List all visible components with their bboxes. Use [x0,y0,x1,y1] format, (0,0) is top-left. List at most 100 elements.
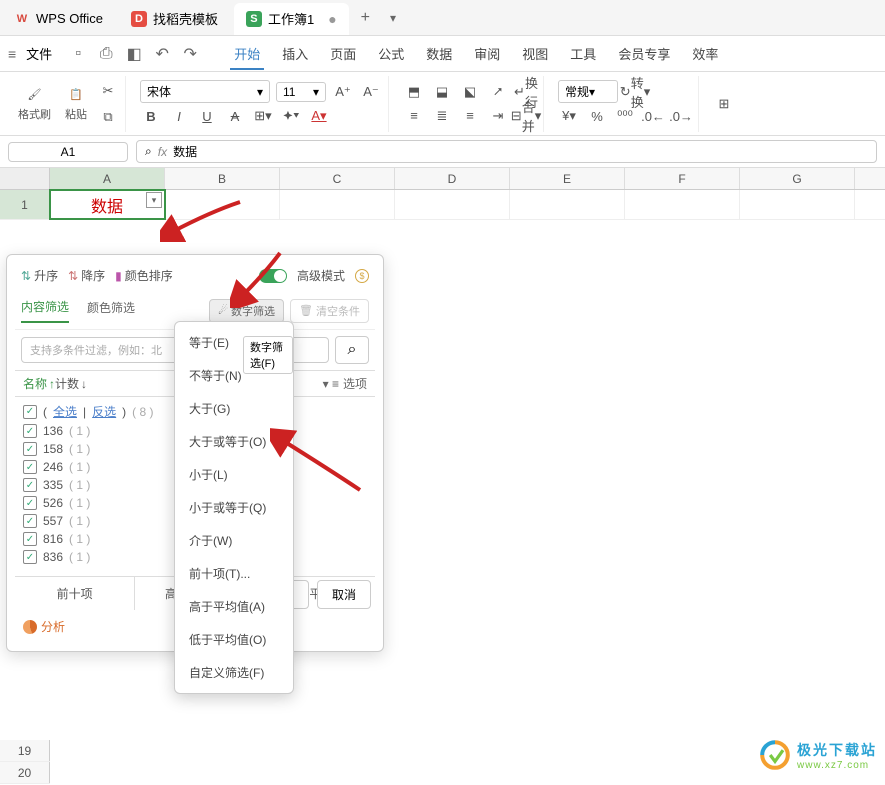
nf-between[interactable]: 介于(W) [175,524,293,557]
tab-template[interactable]: D 找稻壳模板 [119,3,230,35]
inc-decimal-icon[interactable]: .0← [642,105,664,127]
tab-view[interactable]: 视图 [518,38,552,69]
tab-data[interactable]: 数据 [422,38,456,69]
italic-icon[interactable]: I [168,105,190,127]
indent-icon[interactable]: ⇥ [487,105,509,127]
tab-color-filter[interactable]: 颜色筛选 [87,299,135,322]
header-count[interactable]: 计数 ↓ [55,375,87,392]
font-name-select[interactable]: 宋体▾ [140,80,270,103]
comma-icon[interactable]: ⁰⁰⁰ [614,105,636,127]
col-header-c[interactable]: C [280,168,395,189]
sort-desc-button[interactable]: ⇅降序 [68,267,105,284]
border-icon[interactable]: ⊞▾ [252,105,274,127]
underline-icon[interactable]: U [196,105,218,127]
nf-less[interactable]: 小于(L) [175,458,293,491]
nf-top10[interactable]: 前十项(T)... [175,557,293,590]
close-icon[interactable]: ● [328,11,336,27]
clear-button[interactable]: 🗑清空条件 [290,299,369,323]
search-button[interactable]: ⌕ [335,336,369,364]
col-header-b[interactable]: B [165,168,280,189]
cell-a1[interactable]: 数据 ▾ [50,190,165,219]
cell[interactable] [280,190,395,219]
col-header-e[interactable]: E [510,168,625,189]
align-left-icon[interactable]: ≡ [403,105,425,127]
align-center-icon[interactable]: ≣ [431,105,453,127]
new-tab-button[interactable]: + [351,9,380,27]
cell[interactable] [510,190,625,219]
tab-efficiency[interactable]: 效率 [688,38,722,69]
checkbox-icon[interactable]: ✓ [23,442,37,456]
merge-button[interactable]: ⊟合并▾ [515,105,537,127]
tab-tools[interactable]: 工具 [566,38,600,69]
more-icon[interactable]: ⊞ [713,93,735,115]
dec-decimal-icon[interactable]: .0→ [670,105,692,127]
formula-bar[interactable]: ⌕ fx 数据 [136,140,877,163]
tab-wps[interactable]: W WPS Office [2,3,115,35]
tab-menu-button[interactable]: ▾ [380,11,406,25]
tab-content-filter[interactable]: 内容筛选 [21,298,69,323]
align-right-icon[interactable]: ≡ [459,105,481,127]
nf-greater-equal[interactable]: 大于或等于(O) [175,425,293,458]
print-icon[interactable]: ⎙ [98,46,114,62]
tab-formula[interactable]: 公式 [374,38,408,69]
strike-icon[interactable]: A [224,105,246,127]
fill-icon[interactable]: 🟆▾ [280,105,302,127]
format-brush-button[interactable]: 🖌 格式刷 [14,84,55,124]
checkbox-icon[interactable]: ✓ [23,550,37,564]
align-top-icon[interactable]: ⬒ [403,81,425,103]
cut-icon[interactable]: ✂ [97,80,119,102]
paste-button[interactable]: 📋 粘贴 [61,84,91,124]
orientation-icon[interactable]: ⭧ [487,81,509,103]
col-header-g[interactable]: G [740,168,855,189]
col-header-a[interactable]: A [50,168,165,189]
save-icon[interactable]: ▫ [70,46,86,62]
hamburger-icon[interactable]: ≡ [8,46,16,62]
tab-review[interactable]: 审阅 [470,38,504,69]
undo-icon[interactable]: ↶ [154,46,170,62]
nf-greater[interactable]: 大于(G) [175,392,293,425]
col-header-d[interactable]: D [395,168,510,189]
align-middle-icon[interactable]: ⬓ [431,81,453,103]
cell-name-box[interactable]: A1 [8,142,128,162]
redo-icon[interactable]: ↷ [182,46,198,62]
checkbox-icon[interactable]: ✓ [23,460,37,474]
convert-button[interactable]: ↻转换▾ [624,81,646,103]
checkbox-icon[interactable]: ✓ [23,424,37,438]
cell[interactable] [395,190,510,219]
checkbox-icon[interactable]: ✓ [23,496,37,510]
header-name[interactable]: 名称 ↑ [23,375,55,392]
nf-custom[interactable]: 自定义筛选(F) [175,656,293,689]
advanced-toggle[interactable] [259,269,287,283]
header-options[interactable]: ▾ ≡ 选项 [323,375,367,392]
select-all-corner[interactable] [0,168,50,189]
bold-icon[interactable]: B [140,105,162,127]
number-filter-button[interactable]: ☄数字筛选 [209,299,284,323]
cell[interactable] [165,190,280,219]
align-bottom-icon[interactable]: ⬕ [459,81,481,103]
fx-icon[interactable]: fx [158,145,167,159]
row-header[interactable]: 19 [0,740,50,761]
select-inverse-link[interactable]: 反选 [92,403,116,420]
copy-icon[interactable]: ⧉ [97,106,119,128]
increase-font-icon[interactable]: A⁺ [332,81,354,103]
sort-color-button[interactable]: ▮颜色排序 [115,267,173,284]
search-icon[interactable]: ⌕ [145,144,152,159]
checkbox-icon[interactable]: ✓ [23,514,37,528]
decrease-font-icon[interactable]: A⁻ [360,81,382,103]
tab-workbook[interactable]: S 工作簿1 ● [234,3,349,35]
tab-member[interactable]: 会员专享 [614,38,674,69]
sort-asc-button[interactable]: ⇅升序 [21,267,58,284]
tab-insert[interactable]: 插入 [278,38,312,69]
row-header[interactable]: 20 [0,762,50,783]
currency-icon[interactable]: ¥▾ [558,105,580,127]
row-header-1[interactable]: 1 [0,190,50,219]
col-header-f[interactable]: F [625,168,740,189]
checkbox-icon[interactable]: ✓ [23,478,37,492]
tab-start[interactable]: 开始 [230,38,264,69]
nf-above-avg[interactable]: 高于平均值(A) [175,590,293,623]
select-all-link[interactable]: 全选 [53,403,77,420]
nf-less-equal[interactable]: 小于或等于(Q) [175,491,293,524]
preview-icon[interactable]: ◧ [126,46,142,62]
tab-page[interactable]: 页面 [326,38,360,69]
font-size-select[interactable]: 11▾ [276,82,326,102]
